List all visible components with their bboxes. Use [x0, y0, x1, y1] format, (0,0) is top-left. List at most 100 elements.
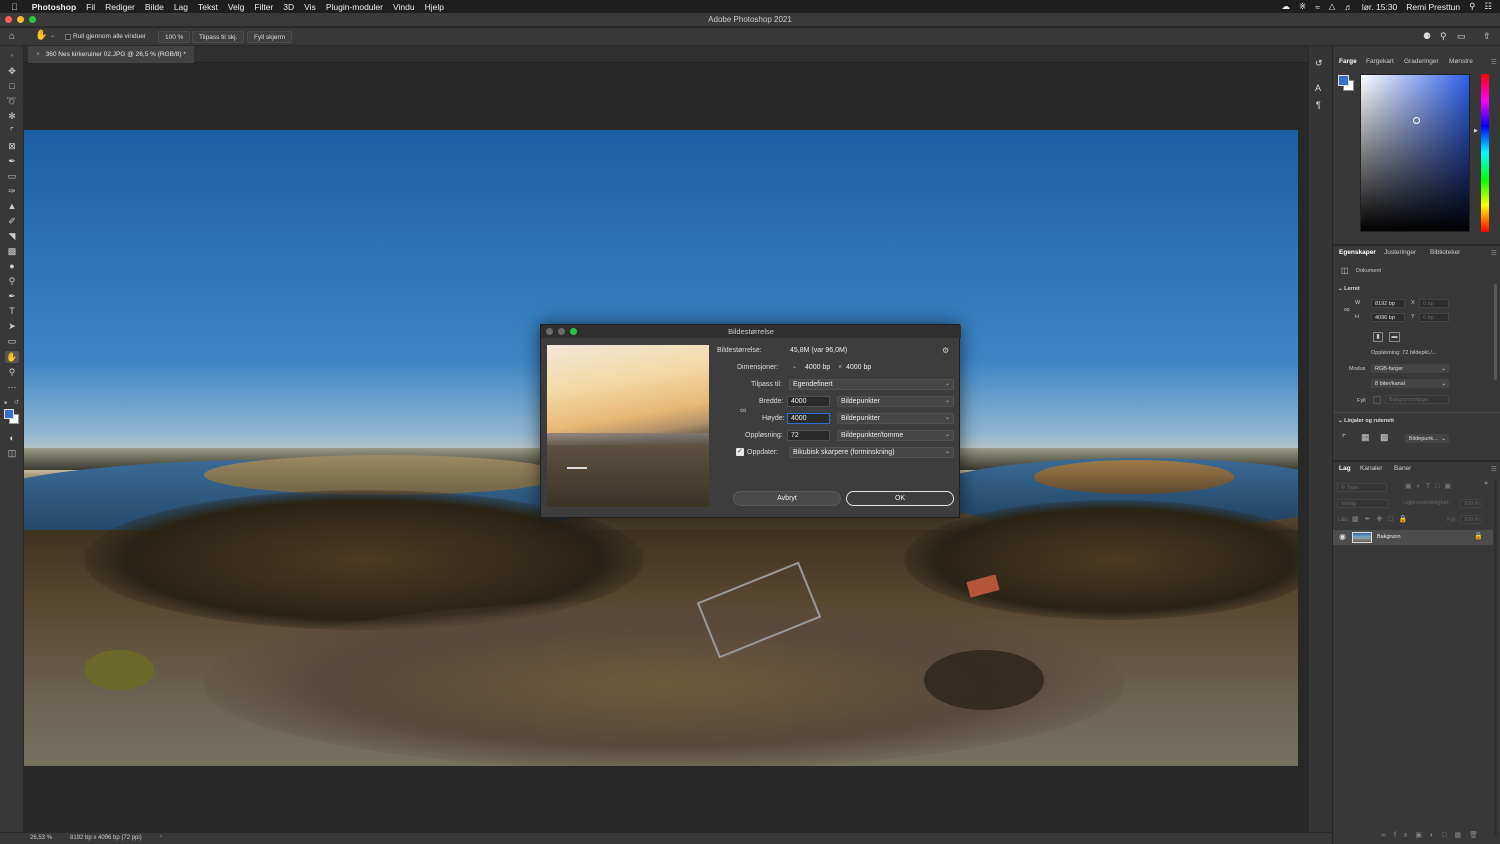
menu-hjelp[interactable]: Hjelp: [425, 2, 444, 12]
status-menu-chevron-icon[interactable]: ›: [160, 834, 162, 840]
scroll-all-checkbox[interactable]: [65, 34, 71, 40]
tab-egenskaper[interactable]: Egenskaper: [1339, 249, 1376, 256]
menubar-clock[interactable]: lør. 15:30: [1362, 2, 1397, 12]
layer-filter-toggle-icon[interactable]: ●: [1484, 480, 1488, 487]
tab-biblioteker[interactable]: Biblioteker: [1430, 249, 1460, 256]
zoom-level[interactable]: 26,53 %: [30, 835, 52, 841]
control-center-icon[interactable]: ☷: [1484, 1, 1492, 12]
height-unit-select[interactable]: Bildepunkter ⌄: [837, 413, 954, 424]
close-tab-icon[interactable]: ×: [36, 51, 40, 58]
blend-mode-select[interactable]: Vanlig: [1337, 499, 1389, 508]
canvas-section-header[interactable]: ⌄ Lerret: [1338, 286, 1360, 292]
minimize-window-icon[interactable]: [17, 16, 24, 23]
panel-foreground-swatch[interactable]: [1338, 75, 1349, 86]
swap-colors-icon[interactable]: ↺: [14, 399, 19, 406]
color-picker-cursor[interactable]: [1413, 117, 1420, 124]
dialog-close-icon[interactable]: [546, 328, 553, 335]
color-panel-menu-icon[interactable]: ☰: [1491, 58, 1497, 66]
fit-screen-button[interactable]: Tilpass til skj.: [192, 31, 245, 43]
tab-justeringer[interactable]: Justeringer: [1384, 249, 1416, 256]
tab-graderinger[interactable]: Graderinger: [1404, 58, 1439, 65]
apple-menu-icon[interactable]: : [11, 2, 18, 12]
wifi-icon[interactable]: ≈: [1315, 2, 1320, 12]
default-colors-icon[interactable]: ■: [4, 400, 7, 406]
constrain-proportions-link-icon[interactable]: ∞: [740, 405, 746, 415]
move-tool-icon[interactable]: ✥: [5, 65, 19, 77]
rectangle-tool-icon[interactable]: ▭: [5, 335, 19, 347]
menu-bilde[interactable]: Bilde: [145, 2, 164, 12]
airplay-icon[interactable]: △: [1329, 1, 1336, 12]
layer-filter-search[interactable]: ⚲ Type: [1337, 483, 1387, 492]
dodge-tool-icon[interactable]: ⚲: [5, 275, 19, 287]
canvas-x-field[interactable]: 0 bp: [1419, 299, 1449, 308]
dialog-minimize-icon[interactable]: [558, 328, 565, 335]
frame-tool-icon[interactable]: ⊠: [5, 140, 19, 152]
export-icon[interactable]: ⇧: [1483, 31, 1491, 42]
layers-scrollbar[interactable]: [1494, 480, 1497, 836]
dimensions-unit-chevron-icon[interactable]: ⌄: [792, 363, 797, 370]
resample-method-select[interactable]: Bikubisk skarpere (forminskning) ⌄: [789, 447, 954, 458]
canvas-width-field[interactable]: 8192 bp: [1371, 299, 1405, 308]
healing-brush-tool-icon[interactable]: ▭: [5, 170, 19, 182]
pen-tool-icon[interactable]: ✒: [5, 290, 19, 302]
menu-app-name[interactable]: Photoshop: [32, 2, 76, 12]
fill-screen-button[interactable]: Fyll skjerm: [247, 31, 293, 43]
menu-vindu[interactable]: Vindu: [393, 2, 415, 12]
resolution-unit-select[interactable]: Bildepunkter/tomme ⌄: [837, 430, 954, 441]
tab-farge[interactable]: Farge: [1339, 58, 1357, 65]
height-input[interactable]: 4000: [787, 413, 830, 424]
menu-vis[interactable]: Vis: [304, 2, 316, 12]
canvas-y-field[interactable]: 0 bp: [1419, 313, 1449, 322]
menu-tekst[interactable]: Tekst: [198, 2, 218, 12]
layer-name[interactable]: Bakgrunn: [1377, 534, 1401, 540]
tab-fargekart[interactable]: Fargekart: [1366, 58, 1394, 65]
layers-footer-icons[interactable]: ∞fx▣◐□▦🗑: [1381, 831, 1486, 839]
clone-stamp-tool-icon[interactable]: ▲: [5, 200, 19, 212]
properties-panel-menu-icon[interactable]: ☰: [1491, 249, 1497, 257]
guides-unit-select[interactable]: Bildepunk... ⌄: [1405, 434, 1449, 443]
document-tab[interactable]: × 360 Nes kirkeruiner 02.JPG @ 26,5 % (R…: [28, 46, 194, 63]
path-selection-tool-icon[interactable]: ➤: [5, 320, 19, 332]
menu-fil[interactable]: Fil: [86, 2, 95, 12]
zoom-window-icon[interactable]: [29, 16, 36, 23]
lock-icons[interactable]: ▦✒✥□🔒: [1352, 515, 1413, 523]
brush-tool-icon[interactable]: ✑: [5, 185, 19, 197]
more-tools-icon[interactable]: ⋯: [5, 381, 19, 393]
lasso-tool-icon[interactable]: ➰: [5, 95, 19, 107]
resample-checkbox[interactable]: ✓: [736, 448, 744, 456]
color-picker-field[interactable]: [1360, 74, 1470, 232]
hand-tool-icon[interactable]: ✋: [35, 30, 47, 41]
ruler-icon[interactable]: ⌜: [1342, 433, 1346, 444]
tab-baner[interactable]: Baner: [1394, 465, 1411, 472]
layer-row[interactable]: ◉ Bakgrunn 🔒: [1333, 530, 1493, 545]
layer-fill-field[interactable]: 100 %: [1460, 515, 1482, 524]
width-input[interactable]: 4000: [787, 396, 830, 407]
foreground-color-swatch[interactable]: [4, 409, 14, 419]
paragraph-panel-icon[interactable]: ¶: [1316, 100, 1321, 110]
eyedropper-tool-icon[interactable]: ✒: [5, 155, 19, 167]
opacity-field[interactable]: 100 %: [1460, 499, 1482, 508]
hue-slider-handle[interactable]: ▶: [1474, 128, 1478, 134]
gradient-tool-icon[interactable]: ▩: [5, 245, 19, 257]
tab-lag[interactable]: Lag: [1339, 465, 1351, 472]
volume-icon[interactable]: ♬: [1344, 2, 1353, 12]
workspace-icon[interactable]: ▭: [1457, 31, 1466, 42]
home-icon[interactable]: ⌂: [9, 31, 15, 42]
bits-select[interactable]: 8 biter/kanal ⌄: [1371, 379, 1449, 388]
menu-filter[interactable]: Filter: [254, 2, 273, 12]
properties-scrollbar[interactable]: [1494, 284, 1497, 380]
zoom-tool-icon[interactable]: ⚲: [5, 366, 19, 378]
menu-lag[interactable]: Lag: [174, 2, 188, 12]
resolution-input[interactable]: 72: [787, 430, 830, 441]
quick-selection-tool-icon[interactable]: ✻: [5, 110, 19, 122]
spotlight-search-icon[interactable]: ⚲: [1469, 1, 1475, 12]
dialog-settings-gear-icon[interactable]: ⚙: [942, 346, 949, 355]
hand-tool-active-icon[interactable]: ✋: [5, 351, 19, 363]
width-unit-select[interactable]: Bildepunkter ⌄: [837, 396, 954, 407]
quick-mask-icon[interactable]: ◐: [5, 432, 19, 444]
menu-rediger[interactable]: Rediger: [105, 2, 135, 12]
landscape-orientation-icon[interactable]: ▬: [1389, 332, 1400, 342]
layers-panel-menu-icon[interactable]: ☰: [1491, 465, 1497, 473]
link-dimensions-icon[interactable]: ∞: [1344, 305, 1350, 314]
search-icon[interactable]: ⚲: [1440, 31, 1447, 42]
